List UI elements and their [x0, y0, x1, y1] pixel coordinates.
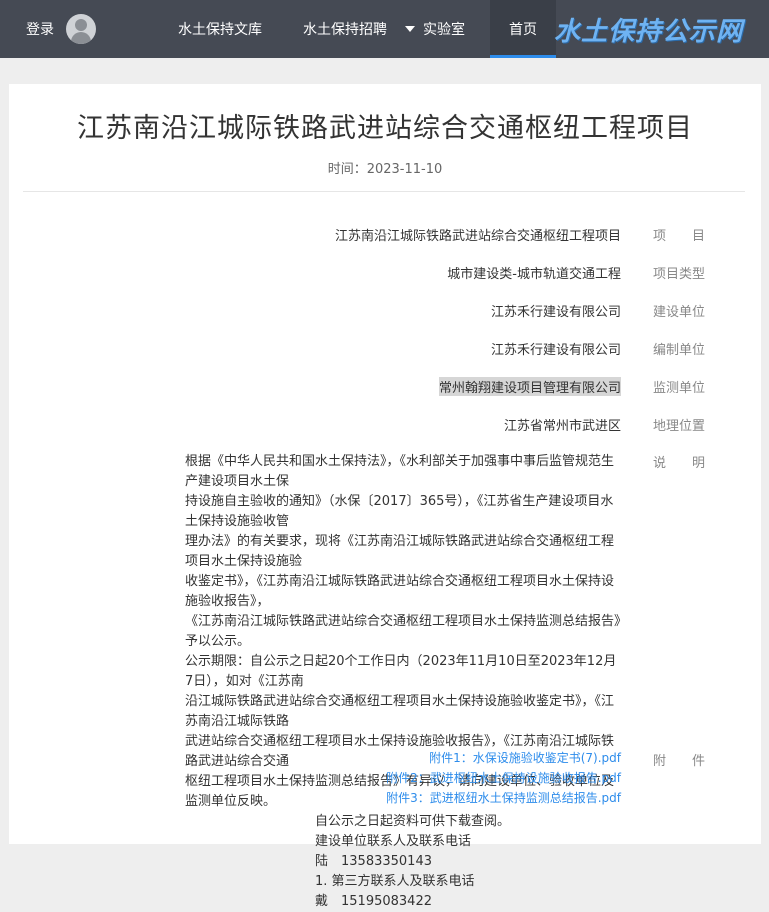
desc-line: 1. 第三方联系人及联系电话: [315, 874, 475, 889]
avatar-icon[interactable]: [66, 14, 96, 44]
field-value: 江苏省常州市武进区: [503, 419, 621, 434]
desc-line: 陆 13583350143: [315, 854, 432, 869]
field-label: 监测单位: [652, 381, 705, 396]
field-label: 项 目: [652, 229, 705, 244]
desc-line: 沿江城际铁路武进站综合交通枢纽工程项目水土保持设施验收鉴定书》，《江苏南沿江城际…: [185, 694, 615, 729]
top-navbar: 登录 水土保持文库 水土保持招聘 实验室 首页 水土保持公示网: [0, 0, 769, 58]
desc-line: 收鉴定书》，《江苏南沿江城际铁路武进站综合交通枢纽工程项目水土保持设施验收报告》…: [185, 574, 615, 609]
desc-line: 建设单位联系人及联系电话: [315, 834, 472, 849]
desc-line: 戴 15195083422: [315, 894, 432, 909]
login-link[interactable]: 登录: [26, 19, 54, 39]
desc-line: 《江苏南沿江城际铁路武进站综合交通枢纽工程项目水土保持监测总结报告》予以公示。: [185, 614, 621, 649]
field-label: 项目类型: [652, 267, 705, 282]
time-label: 时间：: [327, 162, 367, 177]
login-area[interactable]: 登录: [26, 13, 96, 45]
desc-line: 理办法》的有关要求，现将《江苏南沿江城际铁路武进站综合交通枢纽工程项目水土保持设…: [185, 534, 615, 569]
chevron-down-icon: [405, 26, 415, 32]
field-label: 编制单位: [652, 343, 705, 358]
article-card: 江苏南沿江城际铁路武进站综合交通枢纽工程项目 时间：2023-11-10 项 目…: [9, 84, 761, 909]
attachment-link[interactable]: 附件3：武进枢纽水土保持监测总结报告.pdf: [386, 788, 621, 808]
field-label: 地理位置: [652, 419, 705, 434]
field-value: 江苏禾行建设有限公司: [490, 343, 621, 358]
field-value: 城市建设类-城市轨道交通工程: [447, 267, 621, 282]
publish-time: 时间：2023-11-10: [9, 158, 761, 177]
attachment-list: 附件1：水保设施验收鉴定书(7).pdf 附件2：武进枢纽水土保持设施验收报告.…: [386, 748, 621, 808]
description-body: 根据《中华人民共和国水土保持法》，《水利部关于加强事中事后监管规范生产建设项目水…: [185, 452, 621, 912]
desc-line: 持设施自主验收的通知》（水保〔2017〕365号），《江苏省生产建设项目水土保持…: [185, 494, 614, 529]
nav-lab[interactable]: 实验室: [405, 0, 465, 58]
nav-library[interactable]: 水土保持文库: [178, 0, 262, 58]
attachment-link[interactable]: 附件2：武进枢纽水土保持设施验收报告.pdf: [386, 768, 621, 788]
active-indicator: [490, 55, 556, 58]
attach-label: 附 件: [652, 754, 705, 769]
time-value: 2023-11-10: [366, 162, 443, 177]
nav-lab-label: 实验室: [423, 22, 465, 38]
desc-line: 根据《中华人民共和国水土保持法》，《水利部关于加强事中事后监管规范生产建设项目水…: [185, 454, 615, 489]
page-title: 江苏南沿江城际铁路武进站综合交通枢纽工程项目: [77, 113, 693, 144]
desc-label: 说 明: [652, 456, 705, 471]
field-value: 江苏禾行建设有限公司: [490, 305, 621, 320]
nav-recruit[interactable]: 水土保持招聘: [303, 0, 387, 58]
field-value: 江苏南沿江城际铁路武进站综合交通枢纽工程项目: [334, 229, 621, 244]
nav-home[interactable]: 首页: [490, 0, 556, 58]
desc-line: 自公示之日起资料可供下载查阅。: [315, 814, 511, 829]
field-label: 建设单位: [652, 305, 705, 320]
attachment-link[interactable]: 附件1：水保设施验收鉴定书(7).pdf: [386, 748, 621, 768]
desc-line: 公示期限：自公示之日起20个工作日内（2023年11月10日至2023年12月7…: [185, 654, 617, 689]
site-logo[interactable]: 水土保持公示网: [554, 10, 743, 48]
nav-home-label: 首页: [509, 22, 537, 38]
field-value: 常州翰翔建设项目管理有限公司: [438, 377, 621, 396]
divider: [23, 191, 745, 192]
